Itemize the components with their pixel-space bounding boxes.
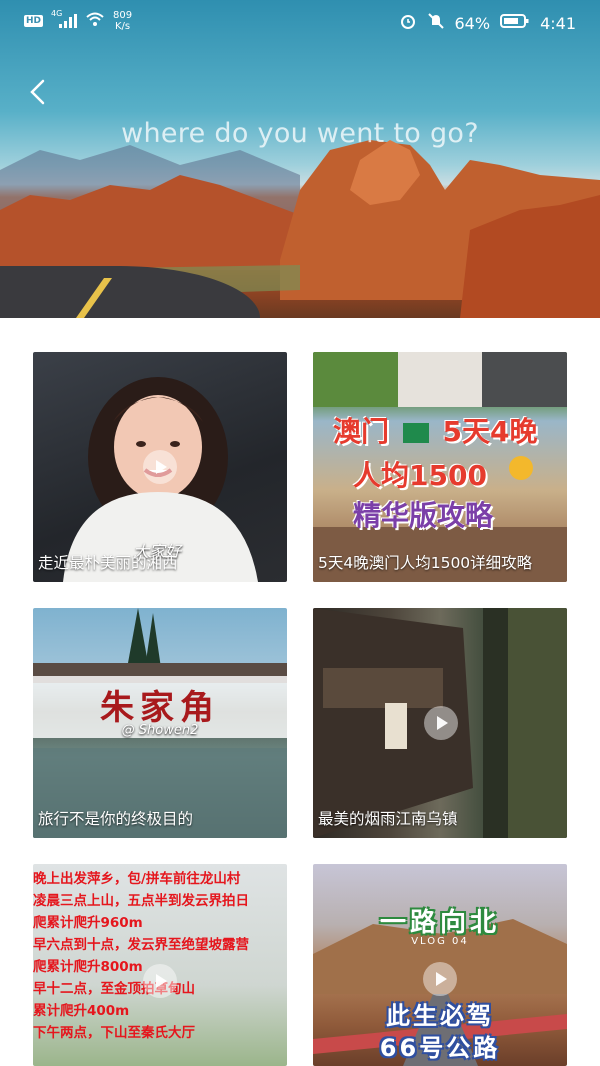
status-right: 64% 4:41 xyxy=(399,12,576,34)
headline-part: 澳门 xyxy=(333,415,390,448)
video-card[interactable]: 大家好 走近最朴美丽的湘西 xyxy=(33,352,287,582)
itinerary-line: 晚上出发萍乡，包/拼车前往龙山村 xyxy=(33,871,241,887)
clock-time: 4:41 xyxy=(540,13,576,33)
card-subheadline: @ Showen2 xyxy=(121,723,199,738)
headline-part: 5天4晚 xyxy=(442,415,538,448)
coin-icon xyxy=(509,456,533,480)
card-headline: 澳门 5天4晚 xyxy=(333,410,537,450)
play-icon xyxy=(424,706,458,740)
card-subheadline: 人均1500 xyxy=(353,459,487,492)
card-subheadline: 精华版攻略 xyxy=(353,499,494,532)
hero-banner xyxy=(0,0,600,318)
battery-icon xyxy=(500,13,530,33)
card-caption: 最美的烟雨江南乌镇 xyxy=(318,810,458,828)
card-headline: 朱家角 xyxy=(100,688,220,728)
hd-badge-icon: HD xyxy=(24,15,44,27)
card-headline: 一路向北 xyxy=(379,908,500,938)
net-speed-value: 809 xyxy=(113,10,133,21)
wifi-icon xyxy=(85,11,105,31)
card-subheadline: VLOG 04 xyxy=(411,936,469,947)
itinerary-line: 爬累计爬升960m xyxy=(33,915,143,931)
mute-icon xyxy=(427,12,445,34)
status-bar: HD 4G 809 K/s 64% 4:41 xyxy=(0,0,600,46)
net-speed-unit: K/s xyxy=(114,21,131,32)
itinerary-text: 晚上出发萍乡，包/拼车前往龙山村 凌晨三点上山，五点半到发云界拍日 爬累计爬升9… xyxy=(33,868,287,1044)
play-icon xyxy=(423,962,457,996)
macau-flag-icon xyxy=(402,423,429,443)
back-button[interactable] xyxy=(26,78,50,106)
video-card[interactable]: 一路向北 VLOG 04 此生必驾 66号公路 xyxy=(313,864,567,1066)
video-card[interactable]: 朱家角 @ Showen2 旅行不是你的终极目的 xyxy=(33,608,287,838)
video-card[interactable]: 最美的烟雨江南乌镇 xyxy=(313,608,567,838)
signal-icon: 4G xyxy=(51,9,78,29)
card-caption: 5天4晚澳门人均1500详细攻略 xyxy=(318,554,533,572)
network-speed: 809 K/s xyxy=(113,10,132,32)
card-caption: 旅行不是你的终极目的 xyxy=(38,810,194,828)
battery-percent: 64% xyxy=(454,13,491,33)
itinerary-line: 凌晨三点上山，五点半到发云界拍日 xyxy=(33,893,249,909)
play-icon xyxy=(143,450,177,484)
itinerary-line: 下午两点，下山至秦氏大厅 xyxy=(33,1025,195,1041)
video-card[interactable]: 澳门 5天4晚 人均1500 精华版攻略 5天4晚澳门人均1500详细攻略 xyxy=(313,352,567,582)
card-caption: 走近最朴美丽的湘西 xyxy=(38,554,178,572)
signal-label: 4G xyxy=(51,9,63,18)
card-subheadline: 此生必驾 xyxy=(386,1002,494,1030)
chevron-left-icon xyxy=(30,79,45,105)
itinerary-line: 累计爬升400m xyxy=(33,1003,130,1019)
card-subheadline: 66号公路 xyxy=(379,1034,501,1062)
status-left: HD 4G 809 K/s xyxy=(24,9,132,32)
itinerary-line: 早六点到十点，发云界至绝望坡露营 xyxy=(33,937,249,953)
hero-title: where do you went to go? xyxy=(121,118,479,149)
play-icon xyxy=(143,964,177,998)
video-card[interactable]: 晚上出发萍乡，包/拼车前往龙山村 凌晨三点上山，五点半到发云界拍日 爬累计爬升9… xyxy=(33,864,287,1066)
alarm-icon xyxy=(399,12,417,34)
